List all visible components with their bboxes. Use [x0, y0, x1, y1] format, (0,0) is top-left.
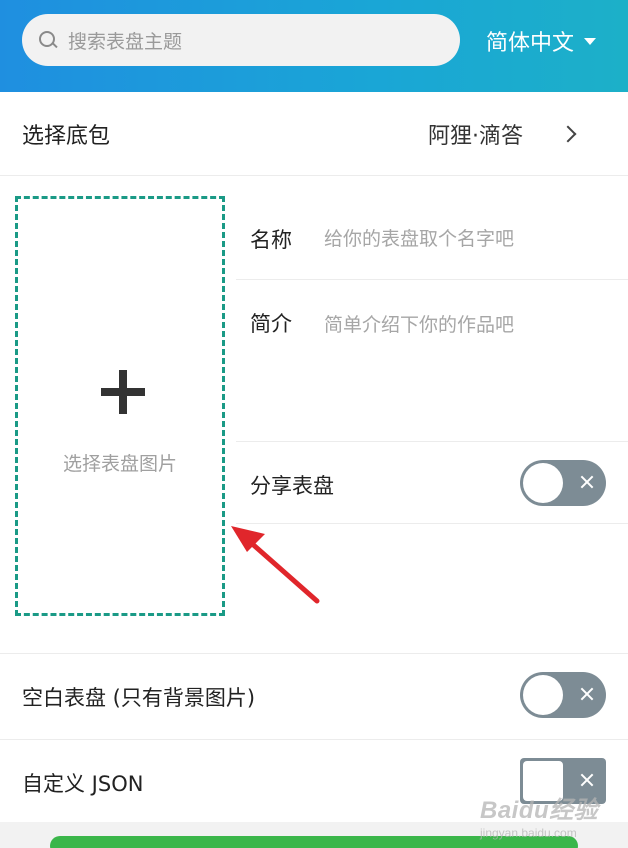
close-icon — [578, 473, 596, 491]
watermark: Baidu经验 jingyan.baidu.com — [480, 790, 620, 840]
share-toggle[interactable] — [520, 460, 606, 506]
plus-icon — [101, 370, 145, 414]
name-label: 名称 — [250, 228, 292, 252]
share-row: 分享表盘 — [236, 442, 628, 524]
custom-json-label: 自定义 JSON — [22, 772, 144, 796]
blank-watchface-toggle[interactable] — [520, 672, 606, 718]
name-field-row: 名称 给你的表盘取个名字吧 — [236, 196, 628, 280]
description-label: 简介 — [250, 312, 292, 336]
language-selector[interactable]: 简体中文 — [486, 24, 597, 58]
chevron-right-icon — [559, 125, 577, 143]
description-input[interactable]: 简单介绍下你的作品吧 — [324, 310, 514, 337]
name-input[interactable]: 给你的表盘取个名字吧 — [324, 224, 514, 251]
share-label: 分享表盘 — [250, 474, 334, 498]
blank-watchface-label: 空白表盘 (只有背景图片) — [22, 686, 256, 710]
search-input[interactable]: 搜索表盘主题 — [22, 14, 460, 66]
language-label: 简体中文 — [486, 31, 575, 56]
base-package-value: 阿狸·滴答 — [428, 124, 523, 149]
watermark-sub: jingyan.baidu.com — [480, 826, 577, 840]
toggle-knob — [523, 463, 563, 503]
upload-label: 选择表盘图片 — [62, 453, 177, 475]
description-field-row: 简介 简单介绍下你的作品吧 — [236, 280, 628, 442]
toggle-knob — [523, 675, 563, 715]
app-header: 搜索表盘主题 简体中文 — [0, 0, 628, 92]
blank-watchface-row: 空白表盘 (只有背景图片) — [0, 653, 628, 739]
caret-down-icon — [584, 37, 597, 45]
base-package-row[interactable]: 选择底包 阿狸·滴答 — [0, 92, 628, 176]
search-placeholder: 搜索表盘主题 — [68, 30, 183, 53]
annotation-arrow — [231, 526, 320, 604]
close-icon — [578, 685, 596, 703]
close-icon — [578, 771, 596, 789]
watchface-image-upload[interactable]: 选择表盘图片 — [15, 196, 225, 616]
watermark-main: Baidu经验 — [480, 797, 599, 824]
base-package-label: 选择底包 — [22, 124, 111, 149]
search-icon — [38, 30, 58, 50]
